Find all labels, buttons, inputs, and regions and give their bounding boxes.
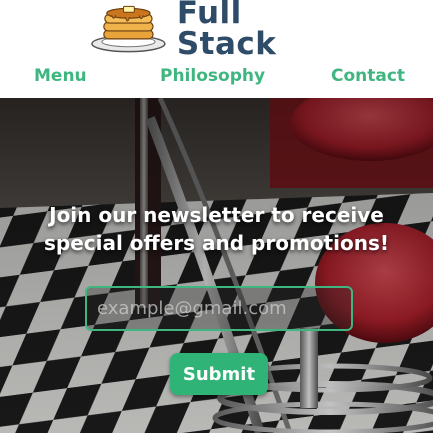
nav-link-contact[interactable]: Contact [331, 66, 405, 86]
brand[interactable]: Full Stack [90, 0, 350, 60]
nav-link-menu[interactable]: Menu [34, 66, 87, 86]
nav-link-philosophy[interactable]: Philosophy [160, 66, 265, 86]
main-nav: Menu Philosophy Contact [0, 62, 433, 94]
newsletter-headline: Join our newsletter to receive special o… [0, 201, 433, 257]
pancake-stack-icon [91, 5, 166, 53]
brand-name: Full Stack [176, 0, 277, 62]
submit-button[interactable]: Submit [170, 353, 268, 395]
site-header: Full Stack Menu Philosophy Contact [0, 0, 433, 98]
newsletter-hero: Join our newsletter to receive special o… [0, 98, 433, 433]
headline-line-1: Join our newsletter to receive [49, 203, 384, 227]
email-input[interactable] [85, 286, 353, 331]
headline-line-2: special offers and promotions! [44, 231, 389, 255]
